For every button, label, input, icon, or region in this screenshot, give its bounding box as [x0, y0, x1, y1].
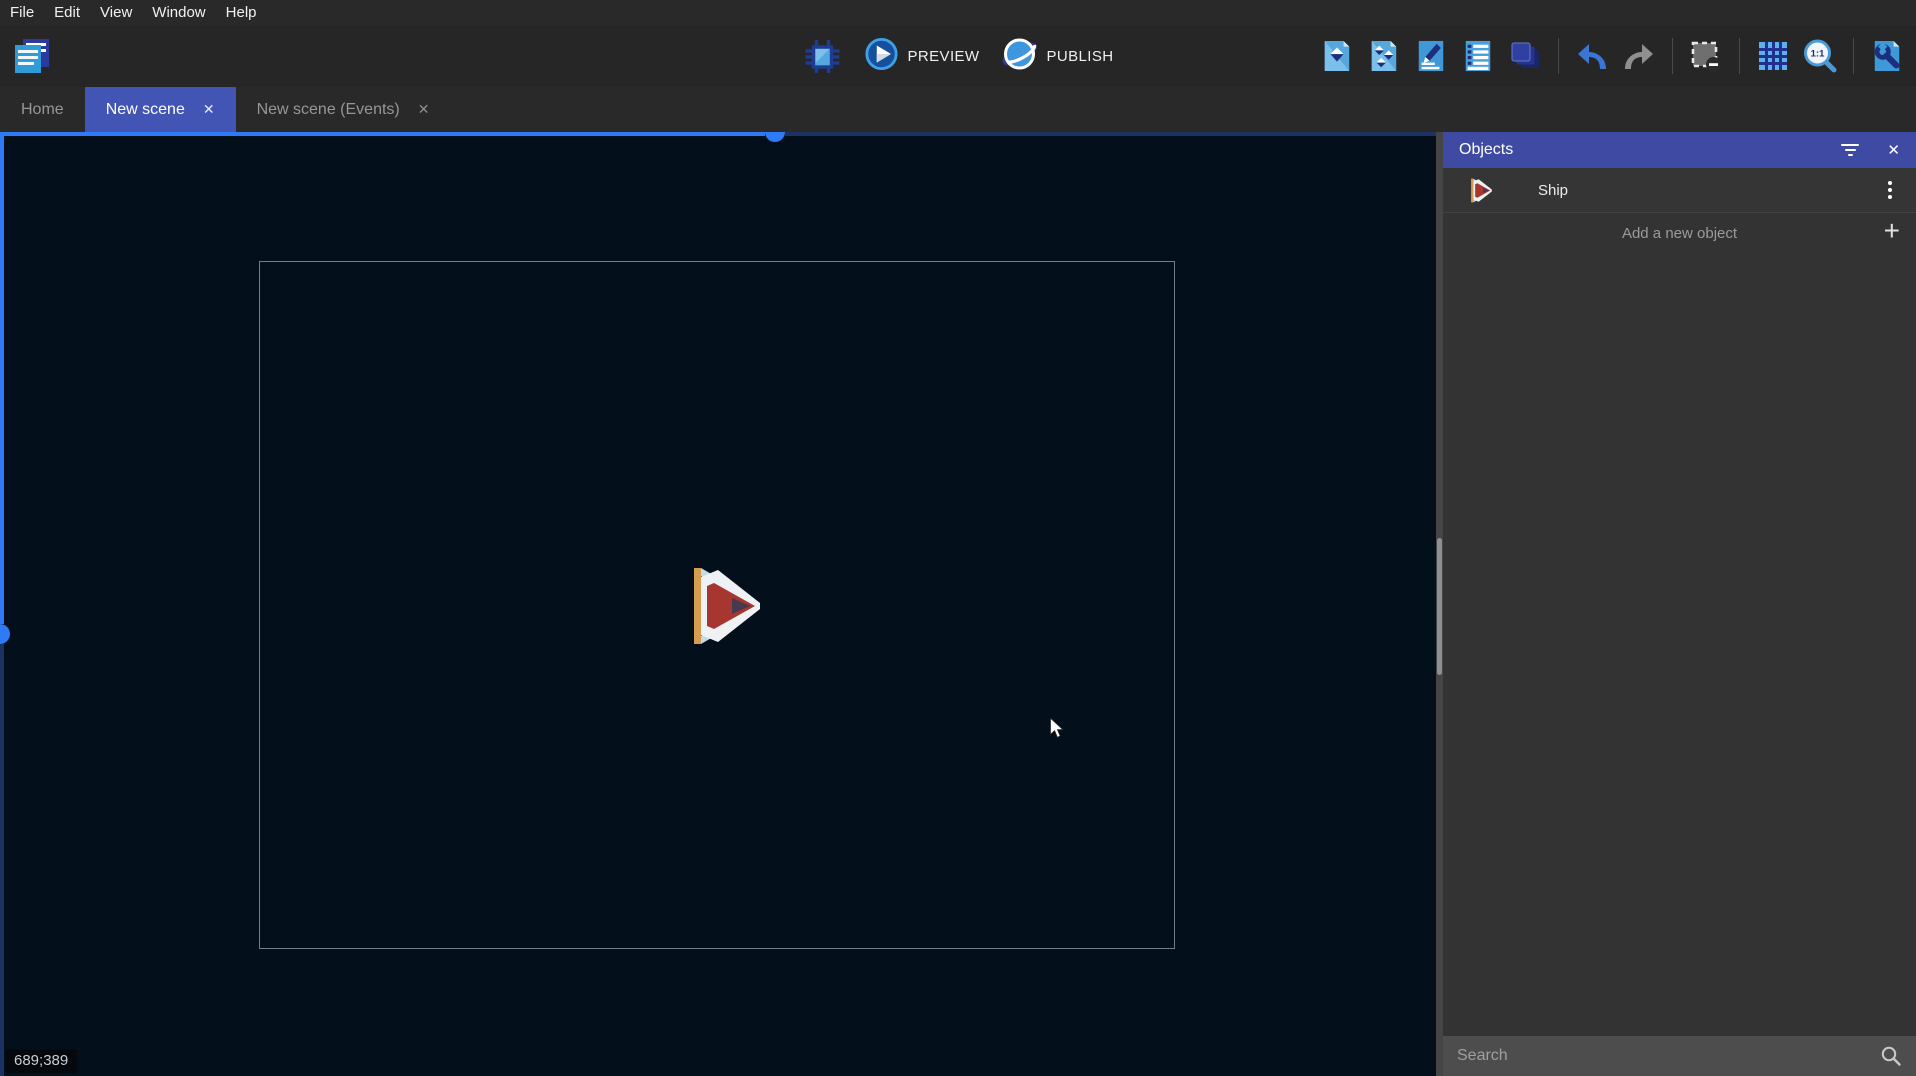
redo-icon[interactable]	[1622, 39, 1656, 73]
gdevelop-window: File Edit View Window Help	[0, 0, 1916, 1076]
grid-icon[interactable]	[1756, 39, 1790, 73]
splitter-handle[interactable]	[1437, 538, 1442, 675]
horizontal-scrollbar[interactable]	[785, 132, 1436, 136]
objects-panel-title: Objects	[1459, 141, 1513, 159]
panel-splitter[interactable]	[1436, 132, 1443, 1076]
play-icon	[865, 37, 899, 76]
publish-button[interactable]: PUBLISH	[1001, 36, 1113, 77]
layers-icon[interactable]	[1508, 39, 1542, 73]
add-object-button[interactable]: Add a new object +	[1443, 213, 1916, 254]
add-object-label: Add a new object	[1622, 225, 1737, 242]
vertical-scrollbar-thumb[interactable]	[0, 624, 10, 644]
publish-label: PUBLISH	[1046, 48, 1113, 65]
object-row-ship[interactable]: Ship	[1443, 168, 1916, 213]
horizontal-scrollbar-thumb[interactable]	[765, 132, 785, 142]
menu-view[interactable]: View	[100, 4, 132, 21]
tab-new-scene-label: New scene	[106, 101, 185, 119]
vertical-scrollbar[interactable]	[0, 644, 4, 1076]
plus-icon: +	[1884, 217, 1900, 245]
toolbar-separator	[1739, 38, 1740, 74]
properties-icon[interactable]	[1320, 39, 1354, 73]
project-manager-icon[interactable]	[8, 32, 54, 80]
tab-new-scene-events-label: New scene (Events)	[257, 101, 400, 119]
toolbar-separator	[1853, 38, 1854, 74]
object-search-bar	[1443, 1036, 1916, 1076]
close-tab-icon[interactable]: ✕	[418, 101, 430, 118]
preview-label: PREVIEW	[908, 48, 980, 65]
object-menu-icon[interactable]	[1884, 177, 1896, 203]
close-panel-icon[interactable]: ✕	[1887, 141, 1900, 159]
svg-text:1:1: 1:1	[1811, 49, 1825, 60]
project-settings-icon[interactable]	[1870, 39, 1904, 73]
search-icon	[1880, 1045, 1902, 1067]
object-name: Ship	[1538, 182, 1568, 199]
tab-bar: Home New scene ✕ New scene (Events) ✕	[0, 87, 1916, 132]
menu-edit[interactable]: Edit	[54, 4, 80, 21]
clear-selection-icon[interactable]	[1689, 39, 1723, 73]
menu-help[interactable]: Help	[226, 4, 257, 21]
ship-instance[interactable]	[687, 563, 761, 649]
tab-new-scene[interactable]: New scene ✕	[85, 87, 236, 132]
scene-canvas[interactable]: 689;389	[0, 132, 1436, 1076]
search-input[interactable]	[1457, 1047, 1880, 1065]
filter-icon[interactable]	[1841, 144, 1859, 156]
zoom-1-1-icon[interactable]: 1:1	[1803, 39, 1837, 73]
vertical-scrollbar[interactable]	[0, 132, 4, 624]
objects-editor-icon[interactable]	[1367, 39, 1401, 73]
menu-file[interactable]: File	[10, 4, 34, 21]
ship-thumbnail-icon	[1467, 177, 1494, 204]
tab-new-scene-events[interactable]: New scene (Events) ✕	[236, 87, 451, 132]
toolbar-separator	[1672, 38, 1673, 74]
debug-icon[interactable]	[803, 36, 843, 76]
tab-home-label: Home	[21, 101, 64, 119]
horizontal-scrollbar[interactable]	[0, 132, 765, 136]
tab-home[interactable]: Home	[0, 87, 85, 132]
globe-icon	[1001, 36, 1037, 77]
mouse-cursor	[1049, 717, 1065, 740]
close-tab-icon[interactable]: ✕	[203, 101, 215, 118]
instances-list-icon[interactable]	[1461, 39, 1495, 73]
toolbar: PREVIEW PUBLISH	[0, 25, 1916, 87]
preview-button[interactable]: PREVIEW	[865, 37, 980, 76]
objects-panel-header: Objects ✕	[1443, 132, 1916, 168]
menu-bar: File Edit View Window Help	[0, 0, 1916, 25]
objects-panel: Objects ✕ Ship Add a new object	[1443, 132, 1916, 1076]
cursor-coordinates: 689;389	[5, 1049, 77, 1073]
menu-window[interactable]: Window	[152, 4, 205, 21]
undo-icon[interactable]	[1575, 39, 1609, 73]
toolbar-separator	[1558, 38, 1559, 74]
object-groups-icon[interactable]	[1414, 39, 1448, 73]
